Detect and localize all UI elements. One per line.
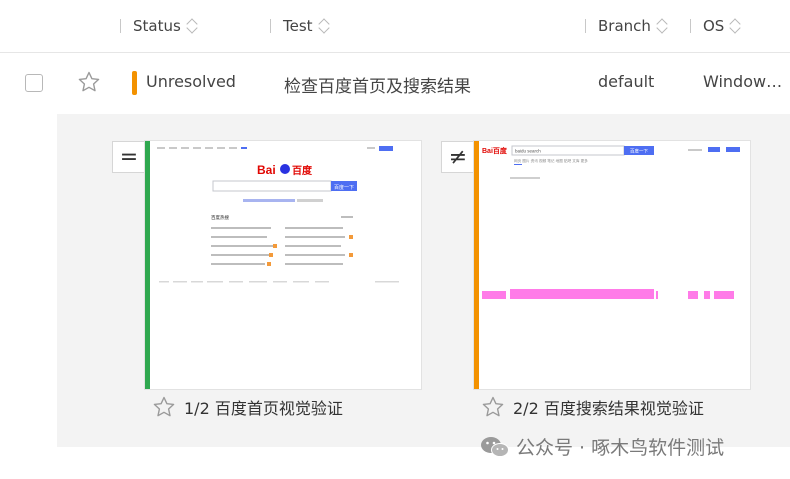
hot-search-title: 百度热搜 (211, 214, 229, 221)
step-thumbnail-2[interactable]: Bai百度 baidu search 百度一下 网页 图片 资讯 视频 笔记 地… (474, 141, 750, 389)
sort-icon[interactable] (657, 19, 667, 33)
not-equal-icon[interactable]: ≠ (441, 141, 475, 173)
table-row[interactable]: Unresolved 检查百度首页及搜索结果 default Windows 1… (0, 53, 790, 113)
search-button-label: 百度一下 (630, 148, 648, 155)
os-name: Windows 10 (703, 72, 783, 91)
baidu-logo-text: Bai (257, 163, 276, 177)
row-checkbox[interactable] (25, 74, 43, 92)
watermark: 公众号 · 啄木鸟软件测试 (480, 433, 724, 460)
search-button-label: 百度一下 (334, 184, 354, 191)
column-branch-label: Branch (598, 17, 651, 35)
column-divider (120, 19, 121, 33)
column-test[interactable]: Test (270, 15, 329, 37)
status-indicator (132, 71, 137, 95)
column-os[interactable]: OS (690, 15, 740, 37)
sort-icon[interactable] (730, 19, 740, 33)
compare-symbol: = (119, 144, 139, 170)
baidu-home-preview: Bai 百度 百度一下 百度热搜 (157, 146, 399, 283)
step-name: 1/2 百度首页视觉验证 (184, 399, 343, 418)
column-test-label: Test (283, 17, 313, 35)
table-header: Status Test Branch OS (0, 0, 790, 53)
equal-icon[interactable]: = (112, 141, 146, 173)
star-outline-icon[interactable] (152, 395, 176, 419)
wechat-icon (481, 436, 509, 457)
sort-icon[interactable] (319, 19, 329, 33)
sort-icon[interactable] (187, 19, 197, 33)
search-query: baidu search (515, 149, 541, 154)
column-status-label: Status (133, 17, 181, 35)
watermark-text: 公众号 · 啄木鸟软件测试 (516, 437, 725, 459)
column-os-label: OS (703, 17, 725, 35)
star-outline-icon[interactable] (77, 70, 101, 94)
step-caption-1[interactable]: 1/2 百度首页视觉验证 (152, 396, 343, 418)
baidu-results-preview: Bai百度 baidu search 百度一下 网页 图片 资讯 视频 笔记 地… (482, 145, 740, 299)
column-status[interactable]: Status (120, 15, 197, 37)
step-thumbnail-1[interactable]: Bai 百度 百度一下 百度热搜 (145, 141, 421, 389)
compare-symbol: ≠ (448, 144, 468, 170)
star-outline-icon[interactable] (481, 395, 505, 419)
branch-name: default (598, 72, 655, 91)
column-divider (270, 19, 271, 33)
step-caption-2[interactable]: 2/2 百度搜索结果视觉验证 (481, 396, 704, 418)
column-divider (690, 19, 691, 33)
step-name: 2/2 百度搜索结果视觉验证 (513, 399, 704, 418)
baidu-logo-cn: 百度 (292, 164, 313, 177)
result-tabs: 网页 图片 资讯 视频 笔记 地图 贴吧 文库 更多 (514, 158, 588, 163)
baidu-logo-text: Bai百度 (482, 146, 508, 155)
column-divider (585, 19, 586, 33)
column-branch[interactable]: Branch (585, 15, 667, 37)
test-name[interactable]: 检查百度首页及搜索结果 (284, 72, 471, 97)
status-text: Unresolved (146, 72, 236, 91)
